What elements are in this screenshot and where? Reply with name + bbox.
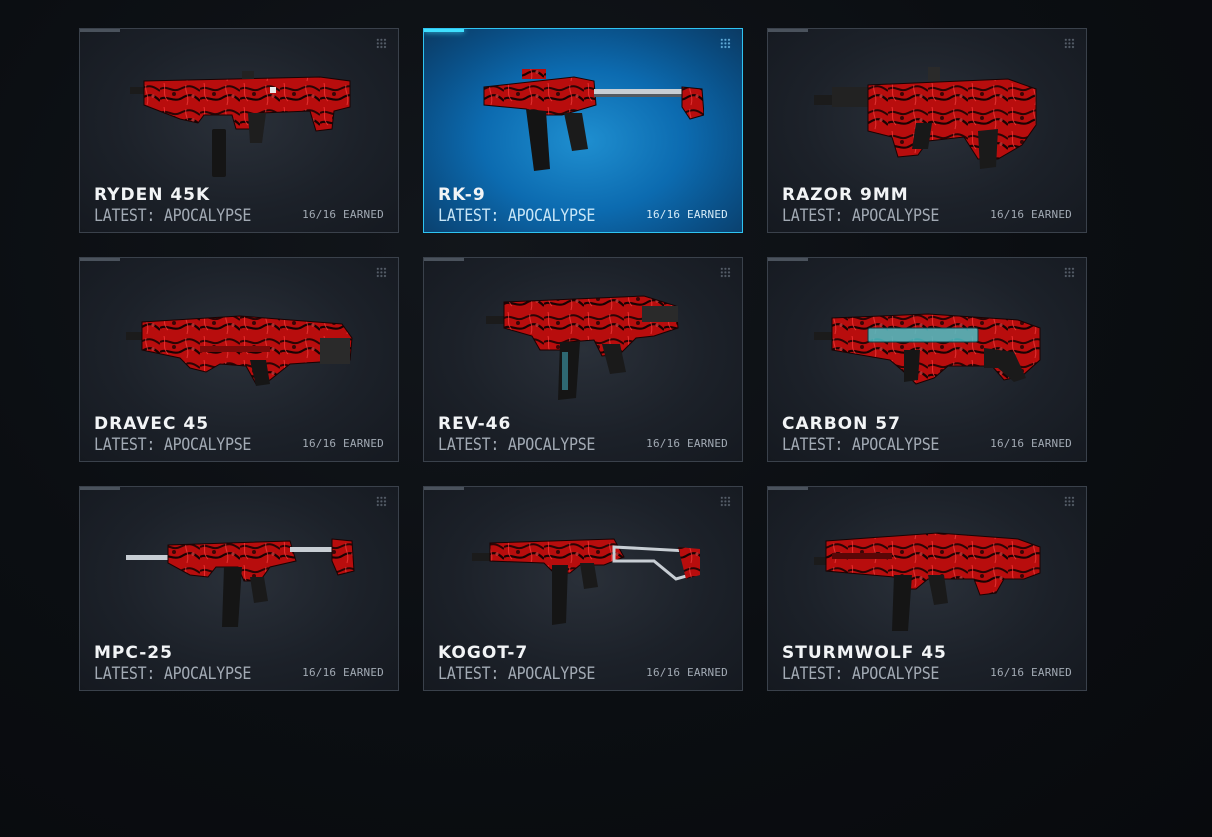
card-corner-tab	[768, 29, 808, 32]
card-corner-tab	[80, 258, 120, 261]
grid-dots-icon	[1064, 267, 1075, 278]
weapon-card-mpc-25[interactable]: MPC-25 LATEST: APOCALYPSE 16/16 EARNED	[79, 486, 399, 691]
grid-dots-icon	[720, 38, 731, 49]
razor-9mm-weapon-image	[814, 67, 1037, 169]
earned-count: 16/16 EARNED	[646, 666, 728, 679]
weapon-card-carbon-57[interactable]: CARBON 57 LATEST: APOCALYPSE 16/16 EARNE…	[767, 257, 1087, 462]
latest-camo-label: LATEST: APOCALYPSE	[438, 205, 596, 226]
latest-camo-label: LATEST: APOCALYPSE	[94, 434, 252, 455]
carbon-57-weapon-image	[814, 313, 1041, 385]
weapon-name: RAZOR 9MM	[782, 185, 909, 205]
earned-count: 16/16 EARNED	[990, 666, 1072, 679]
weapon-card-razor-9mm[interactable]: RAZOR 9MM LATEST: APOCALYPSE 16/16 EARNE…	[767, 28, 1087, 233]
grid-dots-icon	[376, 38, 387, 49]
weapon-grid: RYDEN 45K LATEST: APOCALYPSE 16/16 EARNE…	[79, 28, 1087, 691]
kogot-7-weapon-image	[472, 538, 700, 625]
grid-dots-icon	[1064, 38, 1075, 49]
grid-dots-icon	[720, 267, 731, 278]
earned-count: 16/16 EARNED	[302, 666, 384, 679]
weapon-card-kogot-7[interactable]: KOGOT-7 LATEST: APOCALYPSE 16/16 EARNED	[423, 486, 743, 691]
card-corner-tab	[424, 487, 464, 490]
card-corner-tab	[768, 487, 808, 490]
weapon-card-sturmwolf-45[interactable]: STURMWOLF 45 LATEST: APOCALYPSE 16/16 EA…	[767, 486, 1087, 691]
earned-count: 16/16 EARNED	[302, 437, 384, 450]
card-corner-tab	[424, 258, 464, 261]
weapon-name: MPC-25	[94, 643, 173, 663]
weapon-name: KOGOT-7	[438, 643, 529, 663]
earned-count: 16/16 EARNED	[990, 437, 1072, 450]
weapon-name: REV-46	[438, 414, 512, 434]
grid-dots-icon	[720, 496, 731, 507]
rev-46-weapon-image	[486, 295, 679, 400]
grid-dots-icon	[376, 267, 387, 278]
latest-camo-label: LATEST: APOCALYPSE	[782, 205, 940, 226]
dravec-45-weapon-image	[126, 315, 353, 386]
latest-camo-label: LATEST: APOCALYPSE	[94, 663, 252, 684]
rk-9-weapon-image	[483, 69, 704, 171]
mpc-25-weapon-image	[126, 538, 355, 627]
latest-camo-label: LATEST: APOCALYPSE	[94, 205, 252, 226]
card-corner-tab	[80, 29, 120, 32]
card-corner-tab	[424, 29, 464, 32]
earned-count: 16/16 EARNED	[646, 208, 728, 221]
latest-camo-label: LATEST: APOCALYPSE	[782, 434, 940, 455]
earned-count: 16/16 EARNED	[990, 208, 1072, 221]
latest-camo-label: LATEST: APOCALYPSE	[438, 434, 596, 455]
earned-count: 16/16 EARNED	[646, 437, 728, 450]
weapon-name: DRAVEC 45	[94, 414, 210, 434]
grid-dots-icon	[1064, 496, 1075, 507]
grid-dots-icon	[376, 496, 387, 507]
weapon-card-dravec-45[interactable]: DRAVEC 45 LATEST: APOCALYPSE 16/16 EARNE…	[79, 257, 399, 462]
latest-camo-label: LATEST: APOCALYPSE	[438, 663, 596, 684]
weapon-name: RYDEN 45K	[94, 185, 211, 205]
latest-camo-label: LATEST: APOCALYPSE	[782, 663, 940, 684]
card-corner-tab	[80, 487, 120, 490]
weapon-card-rk-9[interactable]: RK-9 LATEST: APOCALYPSE 16/16 EARNED	[423, 28, 743, 233]
card-corner-tab	[768, 258, 808, 261]
sturmwolf-45-weapon-image	[814, 532, 1041, 631]
weapon-name: RK-9	[438, 185, 486, 205]
ryden-45k-weapon-image	[130, 71, 351, 177]
earned-count: 16/16 EARNED	[302, 208, 384, 221]
weapon-card-rev-46[interactable]: REV-46 LATEST: APOCALYPSE 16/16 EARNED	[423, 257, 743, 462]
weapon-name: STURMWOLF 45	[782, 643, 947, 663]
weapon-card-ryden-45k[interactable]: RYDEN 45K LATEST: APOCALYPSE 16/16 EARNE…	[79, 28, 399, 233]
weapon-name: CARBON 57	[782, 414, 901, 434]
